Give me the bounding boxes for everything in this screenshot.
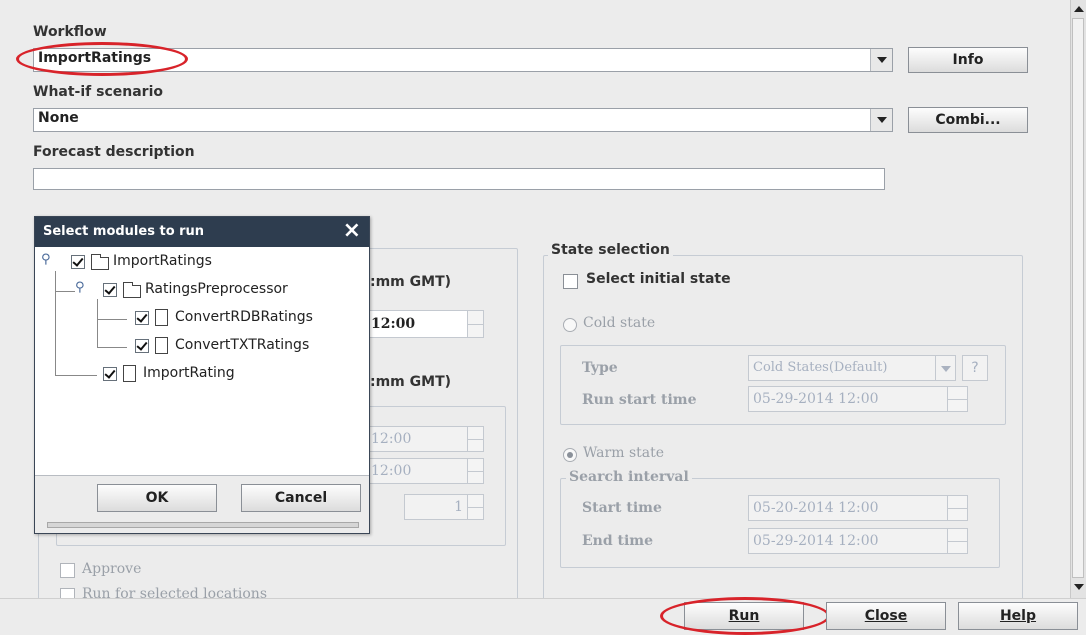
tree-line bbox=[55, 375, 97, 376]
tree-checkbox[interactable] bbox=[135, 339, 149, 353]
tree-toggle-icon[interactable]: ⚲ bbox=[41, 252, 51, 267]
scroll-thumb[interactable] bbox=[1072, 18, 1084, 578]
highlight-ellipse-run bbox=[660, 597, 830, 635]
ok-button[interactable]: OK bbox=[97, 484, 217, 512]
chevron-down-icon[interactable] bbox=[870, 109, 892, 131]
close-button[interactable]: Close bbox=[826, 602, 946, 630]
run-selected-label: Run for selected locations bbox=[82, 586, 268, 598]
forecast-description-input[interactable] bbox=[33, 168, 885, 190]
end-time-field: 05-29-2014 12:00 bbox=[748, 528, 968, 554]
state-selection-title: State selection bbox=[548, 242, 673, 258]
t1-time-field: 12:00 bbox=[366, 426, 484, 452]
search-interval-box bbox=[560, 478, 1000, 568]
highlight-ellipse-workflow bbox=[16, 42, 188, 76]
info-button[interactable]: Info bbox=[908, 47, 1028, 73]
vertical-scrollbar[interactable] bbox=[1070, 0, 1086, 598]
folder-icon bbox=[123, 282, 141, 298]
run-selected-checkbox[interactable] bbox=[60, 588, 75, 598]
forecast-label: Forecast description bbox=[33, 144, 195, 160]
tree-line bbox=[55, 291, 75, 292]
tree-checkbox[interactable] bbox=[135, 311, 149, 325]
tree-item-importratings[interactable]: ImportRatings bbox=[113, 253, 212, 269]
tree-line bbox=[55, 271, 56, 375]
help-icon: ? bbox=[962, 355, 988, 381]
dialog-title: Select modules to run bbox=[43, 224, 205, 239]
count-stepper: 1 bbox=[404, 494, 484, 520]
tree-line bbox=[97, 319, 127, 320]
scroll-up-icon[interactable] bbox=[1074, 6, 1084, 12]
whatif-combo[interactable]: None bbox=[33, 108, 893, 132]
close-icon[interactable]: × bbox=[343, 218, 361, 244]
approve-checkbox[interactable] bbox=[60, 563, 75, 578]
select-initial-state-checkbox[interactable] bbox=[563, 274, 578, 289]
document-icon bbox=[155, 309, 168, 326]
tree-item-ratingspreprocessor[interactable]: RatingsPreprocessor bbox=[145, 281, 288, 297]
run-start-time-field: 05-29-2014 12:00 bbox=[748, 386, 968, 412]
workflow-label: Workflow bbox=[33, 24, 107, 40]
tree-checkbox[interactable] bbox=[103, 283, 117, 297]
tree-item-convertrdbratings[interactable]: ConvertRDBRatings bbox=[175, 309, 313, 325]
document-icon bbox=[123, 365, 136, 382]
horizontal-scrollbar[interactable] bbox=[47, 522, 359, 528]
run-selected-row: Run for selected locations bbox=[56, 586, 516, 598]
tree-toggle-icon[interactable]: ⚲ bbox=[75, 280, 85, 295]
tree-item-importrating[interactable]: ImportRating bbox=[143, 365, 235, 381]
whatif-value: None bbox=[38, 110, 79, 126]
help-button[interactable]: Help bbox=[958, 602, 1078, 630]
type-label: Type bbox=[582, 360, 618, 376]
chevron-down-icon[interactable] bbox=[870, 49, 892, 71]
combi-button[interactable]: Combi... bbox=[908, 107, 1028, 133]
run-start-time-label: Run start time bbox=[582, 392, 697, 408]
cold-state-radio[interactable] bbox=[563, 318, 577, 332]
t2-time-field: 12:00 bbox=[366, 458, 484, 484]
cancel-button[interactable]: Cancel bbox=[241, 484, 361, 512]
tree-checkbox[interactable] bbox=[71, 255, 85, 269]
dialog-button-bar: OK Cancel bbox=[35, 475, 369, 533]
approve-label: Approve bbox=[82, 561, 142, 577]
tree-item-converttxtratings[interactable]: ConvertTXTRatings bbox=[175, 337, 309, 353]
select-initial-state-label: Select initial state bbox=[586, 271, 731, 287]
scroll-down-icon[interactable] bbox=[1074, 584, 1084, 590]
cold-state-label: Cold state bbox=[583, 315, 656, 331]
dialog-titlebar: Select modules to run × bbox=[35, 217, 369, 247]
chevron-down-icon bbox=[935, 356, 955, 380]
warm-state-label: Warm state bbox=[583, 445, 665, 461]
start-time-field: 05-20-2014 12:00 bbox=[748, 495, 968, 521]
select-modules-dialog: Select modules to run × ⚲ ImportRatings … bbox=[34, 216, 370, 534]
module-tree: ⚲ ImportRatings ⚲ RatingsPreprocessor Co… bbox=[35, 247, 369, 475]
whatif-label: What-if scenario bbox=[33, 84, 163, 100]
warm-state-radio[interactable] bbox=[563, 448, 577, 462]
end-time-label: End time bbox=[582, 533, 654, 549]
folder-icon bbox=[91, 254, 109, 270]
tree-line bbox=[97, 299, 98, 347]
start-time-label: Start time bbox=[582, 500, 662, 516]
t1-label-suffix: :mm GMT) bbox=[370, 374, 452, 390]
document-icon bbox=[155, 337, 168, 354]
type-combo: Cold States(Default) bbox=[748, 355, 956, 381]
t0-label-suffix: :mm GMT) bbox=[370, 274, 452, 290]
search-interval-title: Search interval bbox=[566, 469, 692, 485]
tree-checkbox[interactable] bbox=[103, 367, 117, 381]
t0-time-field[interactable]: 12:00 bbox=[366, 310, 484, 338]
tree-line bbox=[97, 347, 127, 348]
